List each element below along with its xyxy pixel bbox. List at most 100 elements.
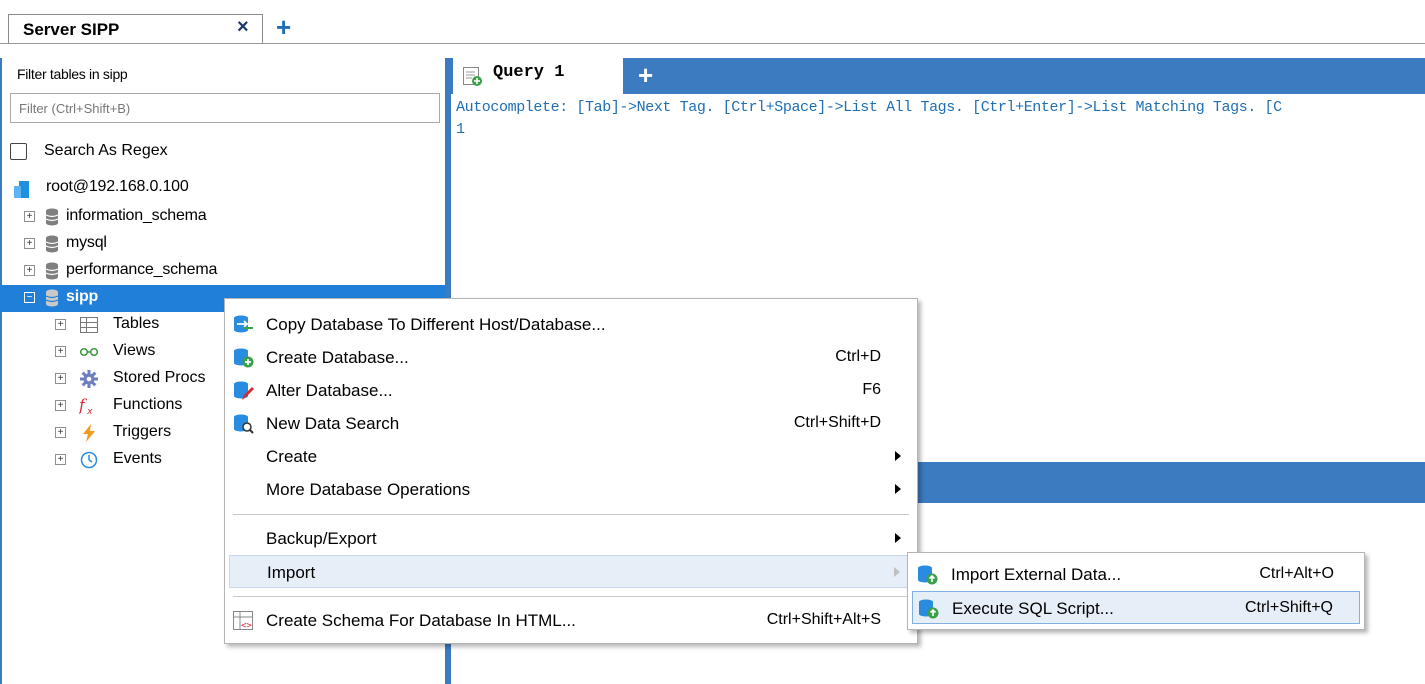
lightning-icon	[79, 423, 99, 443]
svg-text:x: x	[86, 407, 93, 416]
data-search-icon	[233, 414, 255, 434]
menu-item-label: Copy Database To Different Host/Database…	[266, 315, 606, 334]
database-icon	[45, 235, 59, 258]
menu-item-create-database[interactable]: Create Database... Ctrl+D	[229, 341, 913, 374]
menu-item-label: Execute SQL Script...	[952, 599, 1114, 618]
expand-icon[interactable]: +	[24, 238, 35, 249]
menu-separator	[233, 596, 909, 597]
server-tab[interactable]: Server SIPP ×	[8, 14, 263, 44]
expand-icon[interactable]: +	[55, 454, 66, 465]
submenu-arrow-icon	[895, 533, 901, 543]
menu-item-shortcut: Ctrl+Shift+Alt+S	[766, 611, 881, 628]
menu-item-shortcut: Ctrl+Shift+D	[793, 414, 881, 431]
server-icon	[14, 181, 30, 198]
tab-query-1[interactable]: Query 1	[453, 58, 623, 94]
menu-item-label: Import	[267, 563, 316, 582]
database-node-performance-schema[interactable]: + performance_schema	[0, 258, 445, 285]
database-label: information_schema	[66, 207, 207, 224]
expand-icon[interactable]: +	[55, 373, 66, 384]
database-label: mysql	[66, 234, 107, 251]
svg-text:f: f	[79, 397, 87, 415]
expand-icon[interactable]: +	[24, 211, 35, 222]
copy-database-icon	[233, 315, 255, 335]
tree-item-triggers[interactable]: + Triggers	[0, 420, 230, 447]
menu-item-import[interactable]: Import	[229, 555, 913, 588]
tab-strip-divider	[0, 43, 1425, 44]
line-number: 1	[456, 121, 466, 138]
database-icon	[45, 262, 59, 285]
tree-item-label: Triggers	[113, 423, 172, 440]
expand-icon[interactable]: +	[55, 400, 66, 411]
menu-item-backup-export[interactable]: Backup/Export	[229, 522, 913, 555]
expand-icon[interactable]: +	[55, 319, 66, 330]
menu-item-label: New Data Search	[266, 414, 400, 433]
expand-icon[interactable]: +	[55, 346, 66, 357]
execute-script-icon	[918, 599, 940, 619]
tree-item-views[interactable]: + Views	[0, 339, 230, 366]
tree-item-label: Events	[113, 450, 162, 467]
close-icon[interactable]: ×	[237, 16, 249, 39]
tree-item-label: Views	[113, 342, 156, 359]
menu-item-import-external-data[interactable]: Import External Data... Ctrl+Alt+O	[912, 558, 1360, 591]
menu-item-shortcut: Ctrl+D	[835, 348, 881, 365]
menu-item-new-data-search[interactable]: New Data Search Ctrl+Shift+D	[229, 407, 913, 440]
tree-item-events[interactable]: + Events	[0, 447, 230, 474]
menu-item-copy-database[interactable]: Copy Database To Different Host/Database…	[229, 308, 913, 341]
submenu-arrow-icon	[894, 567, 900, 577]
svg-text:<>: <>	[241, 621, 252, 631]
query-tab-label: Query 1	[493, 63, 565, 82]
tree-item-label: Functions	[113, 396, 183, 413]
connection-label: root@192.168.0.100	[46, 178, 189, 195]
tree-item-stored-procs[interactable]: + Stored Procs	[0, 366, 230, 393]
menu-item-label: Create	[266, 447, 318, 466]
menu-item-create-schema-html[interactable]: <> Create Schema For Database In HTML...…	[229, 604, 913, 637]
expand-icon[interactable]: +	[55, 427, 66, 438]
tree-item-tables[interactable]: + Tables	[0, 312, 230, 339]
views-icon	[79, 342, 99, 362]
menu-item-label: Backup/Export	[266, 529, 377, 548]
menu-separator	[233, 514, 909, 515]
filter-label: Filter tables in sipp	[17, 66, 128, 82]
menu-item-more-database-operations[interactable]: More Database Operations	[229, 473, 913, 506]
menu-item-shortcut: Ctrl+Alt+O	[1259, 565, 1334, 582]
server-tab-label: Server SIPP	[23, 20, 120, 39]
submenu-arrow-icon	[895, 451, 901, 461]
database-icon	[45, 289, 59, 312]
menu-item-shortcut: Ctrl+Shift+Q	[1244, 599, 1333, 616]
menu-item-alter-database[interactable]: Alter Database... F6	[229, 374, 913, 407]
menu-item-label: Create Schema For Database In HTML...	[266, 611, 576, 630]
menu-item-label: More Database Operations	[266, 480, 471, 499]
autocomplete-hint: Autocomplete: [Tab]->Next Tag. [Ctrl+Spa…	[456, 99, 1282, 116]
database-node-information-schema[interactable]: + information_schema	[0, 204, 445, 231]
search-as-regex-checkbox[interactable]	[10, 143, 27, 160]
database-label: sipp	[66, 288, 99, 305]
menu-item-create[interactable]: Create	[229, 440, 913, 473]
search-as-regex-label: Search As Regex	[44, 142, 168, 159]
import-data-icon	[917, 565, 939, 585]
add-server-tab-button[interactable]: +	[276, 12, 291, 43]
add-query-tab-button[interactable]: +	[638, 60, 653, 91]
alter-database-icon	[233, 381, 255, 401]
menu-item-shortcut: F6	[862, 381, 881, 398]
filter-input[interactable]	[10, 93, 440, 123]
menu-item-label: Create Database...	[266, 348, 409, 367]
menu-item-execute-sql-script[interactable]: Execute SQL Script... Ctrl+Shift+Q	[912, 591, 1360, 624]
import-submenu: Import External Data... Ctrl+Alt+O Execu…	[907, 552, 1365, 630]
expand-icon[interactable]: +	[24, 265, 35, 276]
table-icon	[79, 315, 99, 335]
database-icon	[45, 208, 59, 231]
menu-item-label: Import External Data...	[951, 565, 1122, 584]
gear-icon	[79, 369, 99, 389]
submenu-arrow-icon	[895, 484, 901, 494]
tree-item-label: Tables	[113, 315, 160, 332]
collapse-icon[interactable]: −	[24, 292, 35, 303]
menu-item-label: Alter Database...	[266, 381, 393, 400]
clock-icon	[79, 450, 99, 470]
database-context-menu: Copy Database To Different Host/Database…	[224, 298, 918, 644]
query-icon	[463, 67, 483, 92]
database-node-mysql[interactable]: + mysql	[0, 231, 445, 258]
tree-item-label: Stored Procs	[113, 369, 206, 386]
function-icon: fx	[79, 396, 99, 416]
tree-item-functions[interactable]: + fx Functions	[0, 393, 230, 420]
schema-html-icon: <>	[233, 611, 255, 631]
